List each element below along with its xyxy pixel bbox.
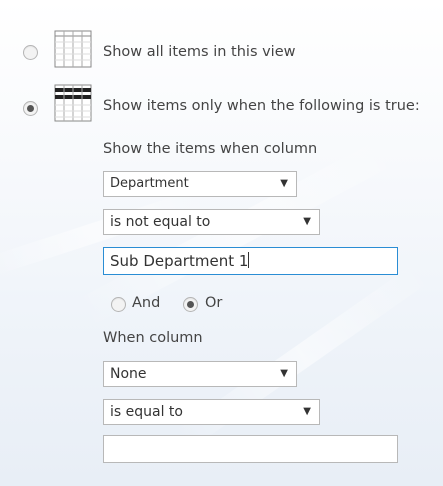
operator-select-1-value: is not equal to [110,214,211,230]
caret-down-icon: ▼ [303,406,311,417]
and-label: And [132,295,161,311]
column-prompt-label: Show the items when column [103,141,318,157]
column-select-2-value: None [110,366,147,382]
show-all-items-radio[interactable] [23,45,38,60]
or-radio[interactable] [183,297,198,312]
filter-value-input-2[interactable] [103,435,398,463]
filtered-table-icon [54,84,92,122]
or-label: Or [205,295,223,311]
show-all-items-label: Show all items in this view [103,44,296,60]
caret-down-icon: ▼ [280,178,288,189]
and-radio[interactable] [111,297,126,312]
operator-select-1[interactable]: is not equal to ▼ [103,209,320,235]
filter-value-input-1-text: Sub Department 1 [110,252,249,270]
operator-select-2[interactable]: is equal to ▼ [103,399,320,425]
column-select-1-value: Department [110,176,189,191]
filter-value-input-1[interactable]: Sub Department 1 [103,247,398,275]
operator-select-2-value: is equal to [110,404,183,420]
caret-down-icon: ▼ [303,216,311,227]
show-filtered-items-radio[interactable] [23,101,38,116]
when-column-label: When column [103,330,203,346]
show-filtered-items-label: Show items only when the following is tr… [103,98,420,114]
column-select-2[interactable]: None ▼ [103,361,297,387]
caret-down-icon: ▼ [280,368,288,379]
text-cursor [248,252,250,268]
column-select-1[interactable]: Department ▼ [103,171,297,197]
table-grid-icon [54,30,92,68]
